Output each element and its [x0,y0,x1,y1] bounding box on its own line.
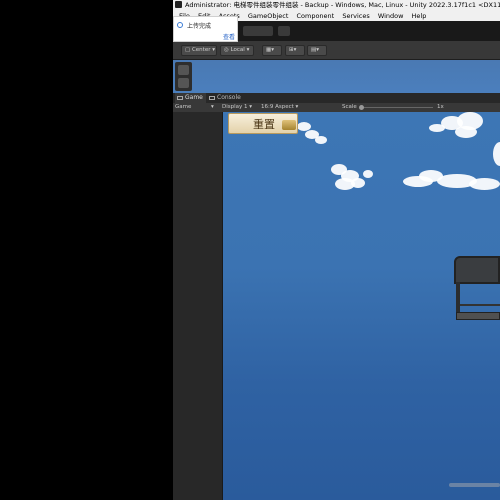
scale-slider-handle[interactable] [359,105,364,110]
game-mode-dropdown[interactable]: Game [175,103,191,112]
tab-game[interactable]: Game [175,93,206,103]
hand-tool-icon[interactable] [178,65,189,75]
ruler-icon[interactable]: ▤▾ [307,45,327,56]
game-viewport[interactable]: 重置 [223,112,500,500]
console-icon [209,96,215,100]
upload-notification[interactable]: 上传完成 查看 [173,16,238,42]
move-tool-icon[interactable] [178,78,189,88]
unity-editor-window: Administrator: 电梯零件组装零件组装 - Backup - Win… [173,0,500,500]
coins-icon [282,120,296,130]
scene-view[interactable] [173,60,500,93]
menu-window[interactable]: Window [378,11,404,21]
elevator-cabin-model [454,256,500,322]
title-bar: Administrator: 电梯零件组装零件组装 - Backup - Win… [173,0,500,11]
menu-services[interactable]: Services [342,11,369,21]
cloud-check-icon [177,22,183,28]
cloud-icon[interactable] [278,26,290,36]
grid-snap-icon[interactable]: ▦▾ [262,45,282,56]
cloud [455,126,477,138]
menu-gameobject[interactable]: GameObject [248,11,289,21]
snap-increment-icon[interactable]: ⊞▾ [285,45,305,56]
cloud [363,170,373,178]
tab-console[interactable]: Console [207,93,244,103]
tools-palette [175,62,192,91]
display-dropdown[interactable]: Display 1 ▾ [222,103,252,112]
unity-logo-icon [175,1,182,8]
game-mode-arrow-icon[interactable]: ▾ [211,103,214,112]
side-panel [173,112,223,500]
notification-title: 上传完成 [187,23,212,30]
account-dropdown[interactable] [243,26,273,36]
cloud [493,142,500,166]
cloud [351,178,365,188]
cabin-roof [454,256,500,284]
scene-toolbar: ▢ Center ▾ ◎ Local ▾ ▦▾ ⊞▾ ▤▾ [173,41,500,60]
scale-label: Scale [342,104,357,110]
cabin-rail [460,304,500,306]
notification-view-link[interactable]: 查看 [223,32,235,41]
scale-slider-track[interactable] [361,107,433,108]
space-dropdown[interactable]: ◎ Local ▾ [220,45,254,56]
game-view-toolbar: Game ▾ Display 1 ▾ 16:9 Aspect ▾ Scale 1… [173,103,500,112]
aspect-dropdown[interactable]: 16:9 Aspect ▾ [261,103,298,112]
cabin-floor [456,312,500,320]
black-background [0,0,173,500]
reset-button-label: 重置 [253,118,275,131]
cloud [429,124,445,132]
menu-help[interactable]: Help [412,11,427,21]
gamepad-icon [177,96,183,100]
pivot-dropdown[interactable]: ▢ Center ▾ [181,45,217,56]
scale-value: 1x [437,104,444,110]
menu-component[interactable]: Component [296,11,334,21]
cloud [315,136,327,144]
cloud [469,178,500,190]
horizontal-scrollbar[interactable] [449,483,500,487]
tab-bar: Game Console [173,93,500,103]
reset-button[interactable]: 重置 [228,113,298,134]
window-title: Administrator: 电梯零件组装零件组装 - Backup - Win… [185,1,500,9]
